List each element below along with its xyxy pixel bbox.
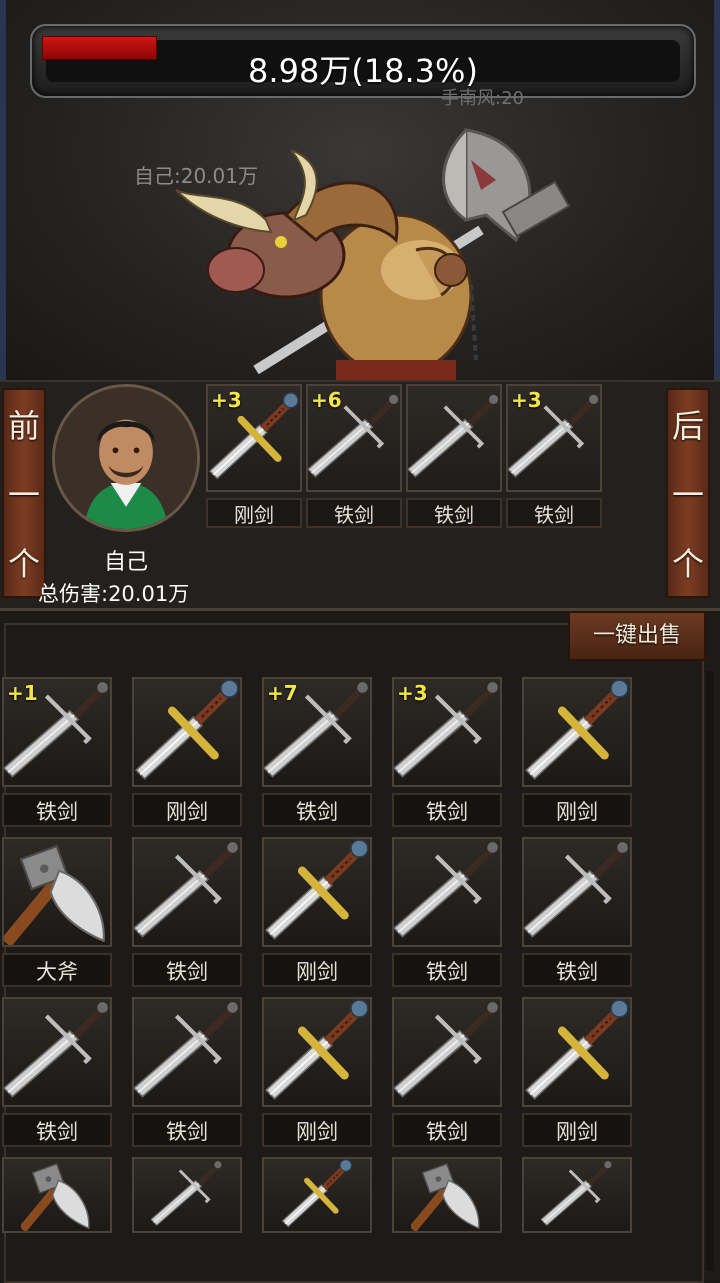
inventory-item[interactable]: 刚剑	[262, 837, 372, 987]
iron-sword-icon	[522, 1157, 632, 1233]
iron-sword-icon: +1	[2, 677, 112, 787]
next-label-char: 个	[671, 544, 704, 583]
next-player-button[interactable]: 后 一 个	[666, 388, 710, 598]
item-name: 铁剑	[132, 1113, 242, 1147]
iron-sword-icon: +3	[506, 384, 602, 492]
great-axe-icon	[2, 837, 112, 947]
equipment-slot[interactable]: 铁剑	[406, 384, 502, 528]
steel-sword-icon	[262, 837, 372, 947]
equipment-slot[interactable]: +6 铁剑	[306, 384, 402, 528]
damage-feed-text: 手南风:20	[441, 88, 524, 109]
prev-label-char: 前	[7, 407, 40, 446]
inventory-item[interactable]: +3 铁剑	[392, 677, 502, 827]
item-name: 铁剑	[2, 793, 112, 827]
iron-sword-icon: +3	[392, 677, 502, 787]
inventory-item[interactable]	[132, 1157, 242, 1233]
inventory-item[interactable]: 铁剑	[132, 837, 242, 987]
iron-sword-icon	[132, 997, 242, 1107]
item-name: 刚剑	[262, 953, 372, 987]
enhance-level: +3	[511, 388, 542, 412]
enhance-level: +7	[267, 681, 298, 705]
inventory-item[interactable]: 刚剑	[262, 997, 372, 1147]
item-name: 铁剑	[132, 953, 242, 987]
inventory-item[interactable]: 铁剑	[392, 997, 502, 1147]
iron-sword-icon: +7	[262, 677, 372, 787]
item-name: 铁剑	[522, 953, 632, 987]
prev-label-char: 个	[7, 544, 40, 583]
steel-sword-icon	[262, 997, 372, 1107]
item-name: 铁剑	[392, 953, 502, 987]
iron-sword-icon	[392, 837, 502, 947]
item-name: 大斧	[2, 953, 112, 987]
item-name: 刚剑	[522, 793, 632, 827]
inventory-panel: 一键出售 +1 铁剑 刚剑 +7 铁剑 +3 铁剑 刚剑 大斧 铁剑 刚剑 铁剑 铁剑 铁剑 铁剑 刚剑 铁剑刚…	[0, 608, 720, 1283]
next-label-char: 后	[671, 407, 704, 446]
inventory-item[interactable]: 刚剑	[522, 997, 632, 1147]
inventory-item[interactable]: 大斧	[2, 837, 112, 987]
equipment-name: 铁剑	[306, 498, 402, 528]
equipment-name: 铁剑	[406, 498, 502, 528]
enhance-level: +6	[311, 388, 342, 412]
iron-sword-icon	[522, 837, 632, 947]
item-name: 铁剑	[2, 1113, 112, 1147]
enhance-level: +3	[211, 388, 242, 412]
equipment-slot[interactable]: +3 刚剑	[206, 384, 302, 528]
inventory-item[interactable]: 铁剑	[522, 837, 632, 987]
inventory-item[interactable]: +1 铁剑	[2, 677, 112, 827]
player-portrait-icon	[55, 387, 197, 529]
inventory-item[interactable]: 铁剑	[132, 997, 242, 1147]
sell-all-button[interactable]: 一键出售	[568, 611, 706, 661]
iron-sword-icon	[2, 997, 112, 1107]
iron-sword-icon	[392, 997, 502, 1107]
equipment-name: 刚剑	[206, 498, 302, 528]
inventory-item[interactable]: 刚剑	[522, 677, 632, 827]
item-name: 刚剑	[132, 793, 242, 827]
inventory-item[interactable]	[392, 1157, 502, 1233]
boss-hp-bar: 8.98万(18.3%)	[30, 24, 696, 98]
next-label-char: 一	[671, 475, 704, 514]
iron-sword-icon	[132, 837, 242, 947]
item-name: 铁剑	[262, 793, 372, 827]
iron-sword-icon: +6	[306, 384, 402, 492]
steel-sword-icon	[132, 677, 242, 787]
equipment-slot[interactable]: +3 铁剑	[506, 384, 602, 528]
player-avatar[interactable]	[52, 384, 200, 532]
great-axe-icon	[2, 1157, 112, 1233]
item-name: 铁剑	[392, 1113, 502, 1147]
steel-sword-icon	[522, 677, 632, 787]
boss-hp-text: 8.98万(18.3%)	[248, 52, 478, 90]
inventory-item[interactable]: 刚剑	[132, 677, 242, 827]
enhance-level: +1	[7, 681, 38, 705]
inventory-item[interactable]	[2, 1157, 112, 1233]
item-name: 铁剑	[392, 793, 502, 827]
previous-player-button[interactable]: 前 一 个	[2, 388, 46, 598]
minotaur-boss-icon[interactable]	[166, 120, 586, 380]
inventory-scrollbar[interactable]	[706, 671, 714, 1271]
steel-sword-icon	[262, 1157, 372, 1233]
inventory-item[interactable]: 铁剑	[2, 997, 112, 1147]
great-axe-icon	[392, 1157, 502, 1233]
inventory-item[interactable]: 铁剑	[392, 837, 502, 987]
enhance-level: +3	[397, 681, 428, 705]
iron-sword-icon	[132, 1157, 242, 1233]
player-panel: 前 一 个 自己 总伤害:20.01万 +3 刚剑 +6 铁剑 铁剑 +3 铁剑…	[0, 380, 720, 608]
player-name: 自己	[103, 550, 148, 575]
steel-sword-icon	[522, 997, 632, 1107]
inventory-item[interactable]: +7 铁剑	[262, 677, 372, 827]
inventory-item[interactable]	[262, 1157, 372, 1233]
prev-label-char: 一	[7, 475, 40, 514]
item-name: 刚剑	[262, 1113, 372, 1147]
total-damage: 总伤害:20.01万	[38, 582, 190, 606]
steel-sword-icon: +3	[206, 384, 302, 492]
iron-sword-icon	[406, 384, 502, 492]
boss-area: 8.98万(18.3%) 手南风:20 自己:20.01万	[0, 0, 720, 380]
inventory-item[interactable]	[522, 1157, 632, 1233]
item-name: 刚剑	[522, 1113, 632, 1147]
equipment-name: 铁剑	[506, 498, 602, 528]
